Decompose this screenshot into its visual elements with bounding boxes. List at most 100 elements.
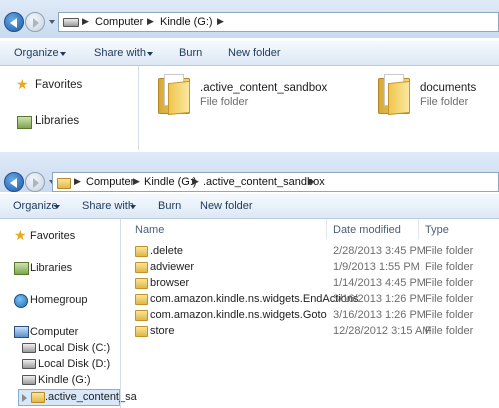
expand-arrow-icon[interactable]: [22, 394, 27, 402]
nav-local-disk-d[interactable]: Local Disk (D:): [38, 358, 110, 370]
nav-favorites[interactable]: Favorites: [30, 230, 75, 242]
file-date: 3/16/2013 1:26 PM: [333, 309, 426, 321]
share-with-button[interactable]: Share with: [94, 47, 146, 59]
new-folder-button[interactable]: New folder: [200, 200, 253, 212]
command-bar: Organize Share with Burn New folder: [0, 194, 499, 219]
local-disk-icon: [22, 359, 36, 369]
libraries-icon: [14, 262, 29, 275]
pane-splitter[interactable]: [120, 219, 121, 408]
address-box[interactable]: ▶ Computer ▶ Kindle (G:) ▶: [58, 12, 499, 32]
share-with-button[interactable]: Share with: [82, 200, 134, 212]
file-name[interactable]: com.amazon.kindle.ns.widgets.EndActions: [150, 293, 359, 305]
table-row[interactable]: com.amazon.kindle.ns.widgets.Goto 3/16/2…: [123, 308, 499, 324]
navigation-pane: ★ Favorites Libraries: [0, 66, 138, 150]
breadcrumb-separator-icon[interactable]: ▶: [217, 16, 224, 27]
burn-button[interactable]: Burn: [179, 47, 202, 59]
file-type: File folder: [425, 325, 474, 337]
breadcrumb-kindle[interactable]: Kindle (G:): [144, 176, 197, 188]
breadcrumb-computer[interactable]: Computer: [86, 176, 134, 188]
explorer-window-sandbox: ▶ Computer ▶ Kindle (G:) ▶ .active_conte…: [0, 152, 499, 408]
breadcrumb-separator-icon[interactable]: ▶: [82, 16, 89, 27]
file-type: File folder: [425, 293, 474, 305]
breadcrumb-separator-icon[interactable]: ▶: [133, 176, 140, 187]
table-row[interactable]: browser 1/14/2013 4:45 PM File folder: [123, 276, 499, 292]
folder-icon: [135, 278, 148, 289]
file-date: 3/16/2013 1:26 PM: [333, 293, 426, 305]
breadcrumb-separator-icon[interactable]: ▶: [192, 176, 199, 187]
folder-icon[interactable]: [378, 74, 410, 116]
table-row[interactable]: adviewer 1/9/2013 1:55 PM File folder: [123, 260, 499, 276]
file-name[interactable]: com.amazon.kindle.ns.widgets.Goto: [150, 309, 327, 321]
nav-sandbox[interactable]: .active_content_sa: [45, 391, 137, 403]
forward-button[interactable]: [25, 172, 45, 192]
breadcrumb-sandbox[interactable]: .active_content_sandbox: [203, 176, 325, 188]
column-header-name[interactable]: Name: [135, 224, 164, 246]
nav-libraries[interactable]: Libraries: [35, 115, 79, 127]
share-with-dropdown-icon[interactable]: [130, 205, 136, 209]
file-name[interactable]: adviewer: [150, 261, 194, 273]
libraries-icon: [17, 116, 32, 129]
computer-icon: [14, 326, 29, 338]
file-type: File folder: [425, 261, 474, 273]
item-name[interactable]: documents: [420, 82, 476, 94]
organize-dropdown-icon[interactable]: [54, 205, 60, 209]
item-name[interactable]: .active_content_sandbox: [200, 82, 327, 94]
breadcrumb-separator-icon[interactable]: ▶: [74, 176, 81, 187]
back-button[interactable]: [4, 172, 24, 192]
nav-computer[interactable]: Computer: [30, 326, 78, 338]
folder-icon: [31, 392, 45, 403]
folder-icon: [135, 294, 148, 305]
breadcrumb-computer[interactable]: Computer: [95, 16, 143, 28]
folder-icon: [135, 310, 148, 321]
file-name[interactable]: browser: [150, 277, 189, 289]
explorer-window-kindle: ▶ Computer ▶ Kindle (G:) ▶ Organize Shar…: [0, 0, 499, 150]
file-date: 12/28/2012 3:15 AM: [333, 325, 432, 337]
nav-libraries[interactable]: Libraries: [30, 262, 72, 274]
nav-favorites[interactable]: Favorites: [35, 79, 82, 91]
drive-icon: [63, 18, 79, 27]
local-disk-icon: [22, 343, 36, 353]
column-divider[interactable]: [326, 219, 327, 239]
item-type: File folder: [420, 96, 469, 108]
organize-button[interactable]: Organize: [13, 200, 58, 212]
table-row[interactable]: store 12/28/2012 3:15 AM File folder: [123, 324, 499, 340]
file-date: 2/28/2013 3:45 PM: [333, 245, 426, 257]
table-row[interactable]: .delete 2/28/2013 3:45 PM File folder: [123, 244, 499, 260]
navigation-pane: ★ Favorites Libraries Homegroup Computer…: [0, 219, 137, 408]
burn-button[interactable]: Burn: [158, 200, 181, 212]
column-divider[interactable]: [418, 219, 419, 239]
favorites-star-icon: ★: [14, 227, 27, 243]
back-button[interactable]: [4, 12, 24, 32]
address-box[interactable]: ▶ Computer ▶ Kindle (G:) ▶ .active_conte…: [52, 172, 499, 192]
favorites-star-icon: ★: [16, 76, 29, 92]
folder-icon: [135, 326, 148, 337]
column-header-row: Name Date modified Type: [121, 219, 499, 241]
table-row[interactable]: com.amazon.kindle.ns.widgets.EndActions …: [123, 292, 499, 308]
file-name[interactable]: store: [150, 325, 174, 337]
breadcrumb-separator-icon[interactable]: ▶: [147, 16, 154, 27]
breadcrumb-separator-icon[interactable]: ▶: [308, 176, 315, 187]
organize-button[interactable]: Organize: [14, 47, 59, 59]
recent-pages-icon[interactable]: [49, 20, 55, 24]
nav-homegroup[interactable]: Homegroup: [30, 294, 87, 306]
address-bar: ▶ Computer ▶ Kindle (G:) ▶ .active_conte…: [0, 152, 499, 192]
column-header-type[interactable]: Type: [425, 224, 449, 246]
folder-icon: [57, 178, 71, 189]
file-type: File folder: [425, 277, 474, 289]
breadcrumb-kindle[interactable]: Kindle (G:): [160, 16, 213, 28]
new-folder-button[interactable]: New folder: [228, 47, 281, 59]
file-type: File folder: [425, 245, 474, 257]
pane-splitter[interactable]: [138, 66, 139, 150]
file-name[interactable]: .delete: [150, 245, 183, 257]
nav-local-disk-c[interactable]: Local Disk (C:): [38, 342, 110, 354]
command-bar: Organize Share with Burn New folder: [0, 41, 499, 66]
organize-dropdown-icon[interactable]: [60, 52, 66, 56]
nav-kindle[interactable]: Kindle (G:): [38, 374, 91, 386]
forward-button[interactable]: [25, 12, 45, 32]
column-header-date[interactable]: Date modified: [333, 224, 401, 246]
item-type: File folder: [200, 96, 249, 108]
address-bar: ▶ Computer ▶ Kindle (G:) ▶: [0, 0, 499, 38]
folder-icon[interactable]: [158, 74, 190, 116]
share-with-dropdown-icon[interactable]: [147, 52, 153, 56]
file-date: 1/9/2013 1:55 PM: [333, 261, 420, 273]
